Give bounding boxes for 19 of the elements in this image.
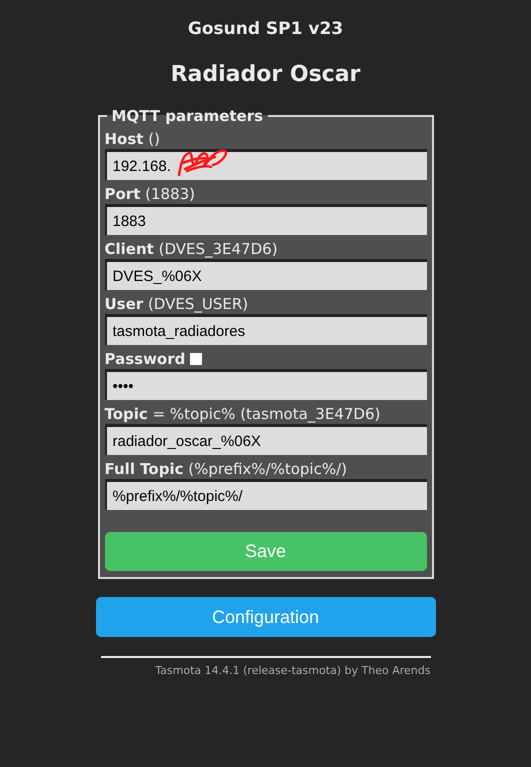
device-name: Radiador Oscar xyxy=(170,61,362,89)
field-label: Password xyxy=(104,349,186,369)
input-field[interactable]: tasmota_radiadores xyxy=(104,314,426,345)
device-title: Gosund SP1 v23 xyxy=(186,18,344,41)
input-field[interactable]: DVES_%06X xyxy=(104,259,426,290)
field-label: Full Topic (%prefix%/%topic%/) xyxy=(104,459,347,479)
input-field[interactable]: radiador_oscar_%06X xyxy=(104,424,426,455)
field-label: Port (1883) xyxy=(104,184,196,204)
password-field[interactable]: •••• xyxy=(104,369,426,400)
field-label: User (DVES_USER) xyxy=(104,294,248,314)
field-label: Client (DVES_3E47D6) xyxy=(104,239,278,259)
field-label: Topic = %topic% (tasmota_3E47D6) xyxy=(104,404,380,424)
show-password-checkbox[interactable] xyxy=(190,353,202,365)
input-field[interactable]: %prefix%/%topic%/ xyxy=(104,479,426,510)
input-field[interactable]: 1883 xyxy=(104,204,426,235)
footer-text: Tasmota 14.4.1 (release-tasmota) by Theo Arends xyxy=(154,663,430,679)
input-field[interactable]: 192.168. xyxy=(104,149,426,180)
panel-legend: MQTT parameters xyxy=(106,107,268,125)
field-label: Host () xyxy=(104,129,160,149)
